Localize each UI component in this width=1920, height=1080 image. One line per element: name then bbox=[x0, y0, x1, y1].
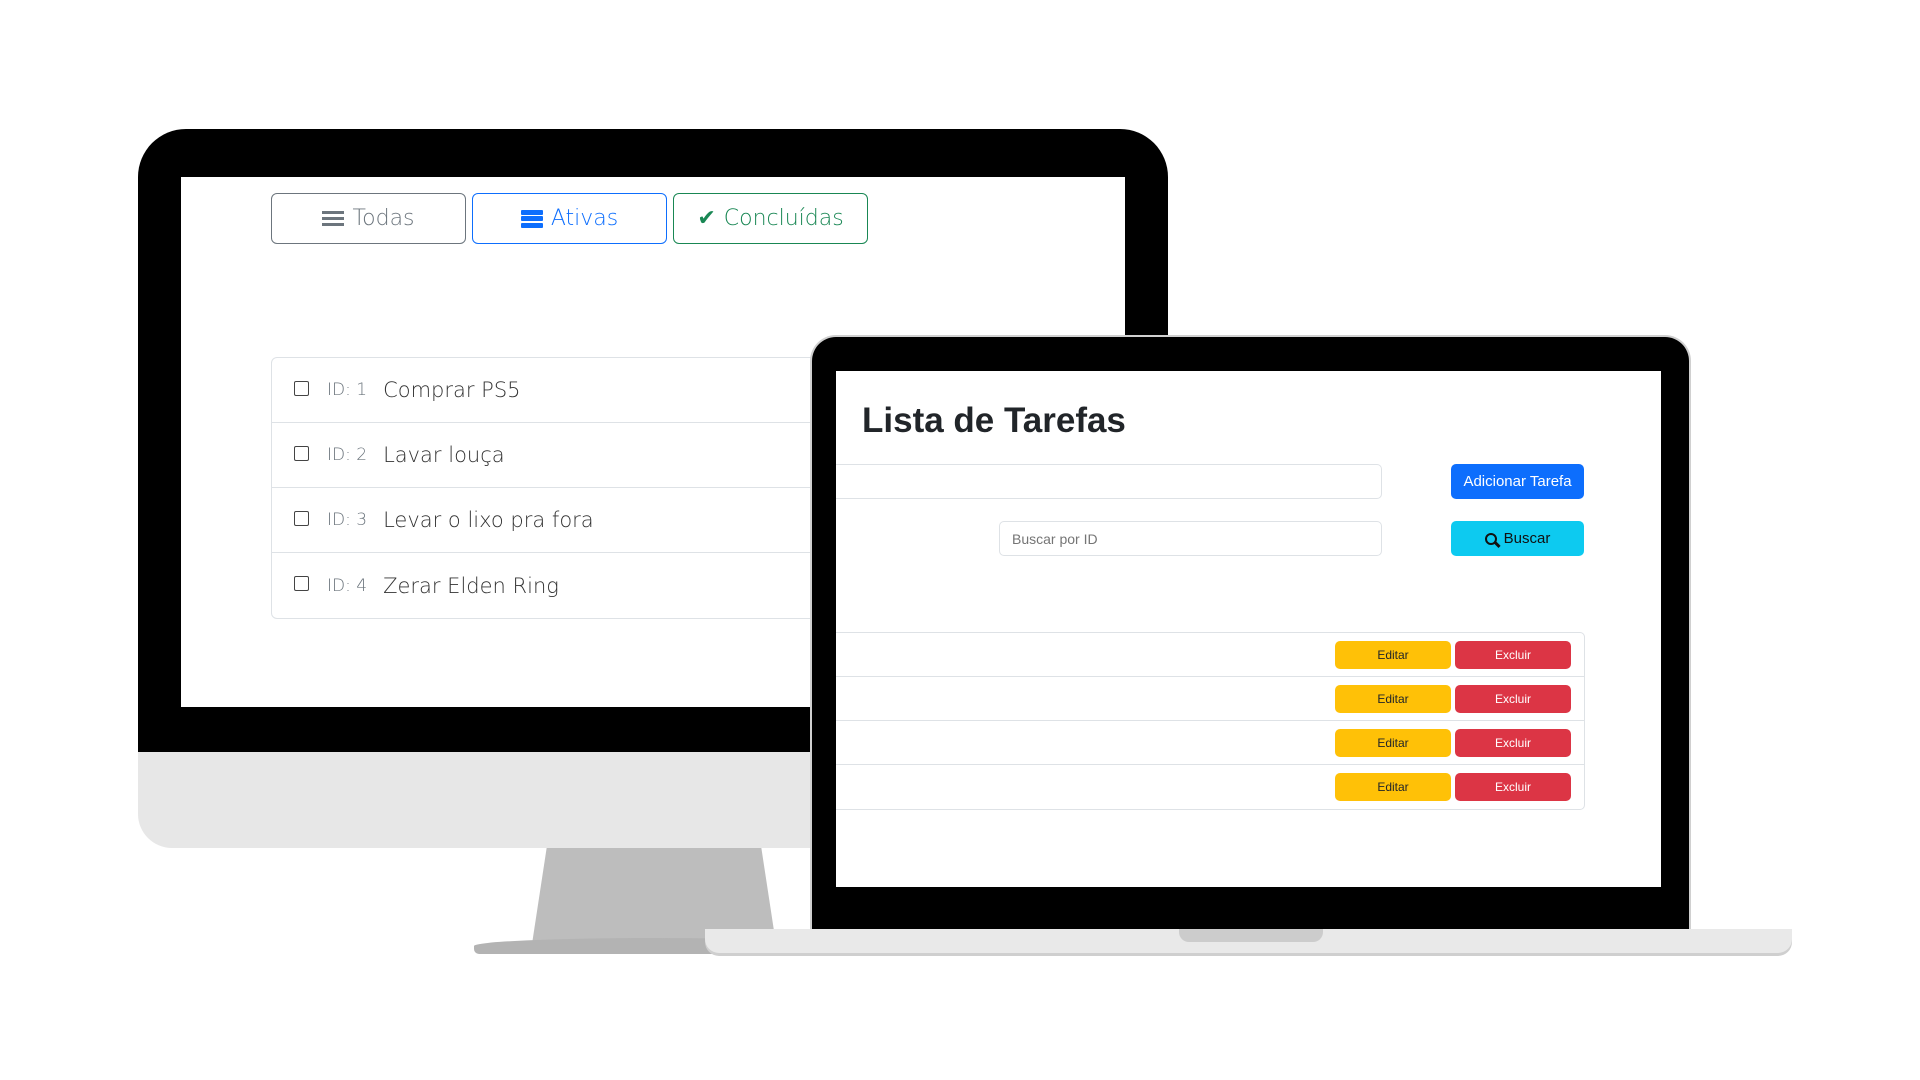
table-row: Editar Excluir bbox=[836, 765, 1584, 809]
task-checkbox[interactable] bbox=[294, 380, 309, 396]
edit-button[interactable]: Editar bbox=[1335, 729, 1451, 757]
new-task-input[interactable] bbox=[836, 464, 1382, 499]
search-label: Buscar bbox=[1503, 530, 1551, 547]
task-id: ID: 3 bbox=[327, 510, 368, 530]
laptop-notch bbox=[1179, 929, 1323, 942]
table-row: Editar Excluir bbox=[836, 633, 1584, 677]
task-checkbox[interactable] bbox=[294, 576, 309, 591]
filter-active-label: Ativas bbox=[550, 206, 619, 231]
search-id-input[interactable] bbox=[999, 521, 1382, 556]
table-row: Editar Excluir bbox=[836, 721, 1584, 765]
delete-button[interactable]: Excluir bbox=[1455, 641, 1571, 669]
add-task-label: Adicionar Tarefa bbox=[1463, 473, 1572, 490]
task-text: Lavar louça bbox=[383, 443, 505, 467]
edit-button[interactable]: Editar bbox=[1335, 773, 1451, 801]
laptop-screen: Lista de Tarefas Adicionar Tarefa Buscar… bbox=[836, 371, 1661, 887]
page-title: Lista de Tarefas bbox=[862, 401, 1126, 440]
task-text: Zerar Elden Ring bbox=[383, 573, 559, 598]
filter-completed-label: Concluídas bbox=[723, 206, 844, 231]
task-checkbox[interactable] bbox=[294, 445, 309, 461]
filter-all-button[interactable]: Todas bbox=[271, 193, 466, 244]
task-id: ID: 4 bbox=[327, 575, 368, 596]
check-icon: ✔ bbox=[697, 206, 716, 231]
filter-active-button[interactable]: Ativas bbox=[472, 193, 667, 244]
search-button[interactable]: Buscar bbox=[1451, 521, 1584, 556]
task-checkbox[interactable] bbox=[294, 510, 309, 526]
edit-button[interactable]: Editar bbox=[1335, 685, 1451, 713]
edit-button[interactable]: Editar bbox=[1335, 641, 1451, 669]
delete-button[interactable]: Excluir bbox=[1455, 685, 1571, 713]
task-id: ID: 2 bbox=[327, 445, 368, 465]
delete-button[interactable]: Excluir bbox=[1455, 729, 1571, 757]
device-mockup-stage: Todas Ativas ✔ Concluídas ID: 1 Comprar … bbox=[0, 0, 1920, 1080]
task-text: Comprar PS5 bbox=[383, 378, 521, 402]
stack-icon bbox=[520, 209, 543, 228]
list-icon bbox=[322, 210, 345, 227]
task-table: Editar Excluir Editar Excluir Editar Exc… bbox=[836, 632, 1585, 810]
filter-all-label: Todas bbox=[352, 206, 415, 231]
filter-button-group: Todas Ativas ✔ Concluídas bbox=[271, 193, 868, 244]
table-row: Editar Excluir bbox=[836, 677, 1584, 721]
search-icon bbox=[1484, 532, 1497, 545]
add-task-button[interactable]: Adicionar Tarefa bbox=[1451, 464, 1584, 499]
task-text: Levar o lixo pra fora bbox=[383, 508, 594, 532]
task-id: ID: 1 bbox=[327, 380, 368, 400]
filter-completed-button[interactable]: ✔ Concluídas bbox=[673, 193, 868, 244]
delete-button[interactable]: Excluir bbox=[1455, 773, 1571, 801]
